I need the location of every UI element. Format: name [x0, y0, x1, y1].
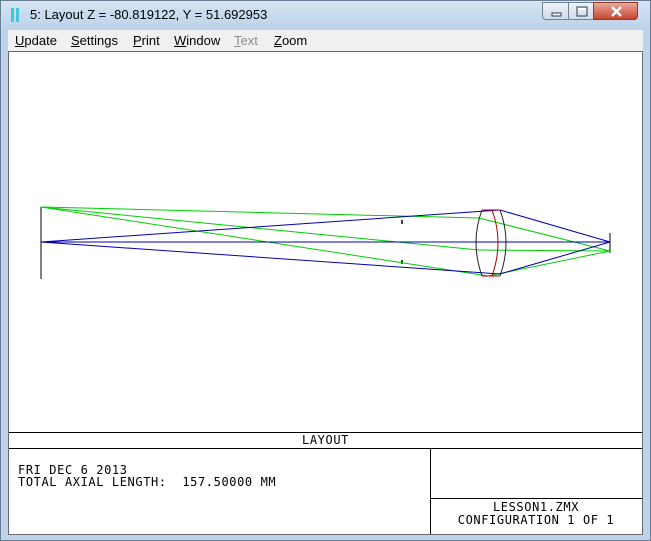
footer-axial-length: TOTAL AXIAL LENGTH: 157.50000 MM [18, 475, 277, 489]
menu-bar: Update Settings Print Window Text Zoom [8, 30, 643, 51]
menu-zoom[interactable]: Zoom [274, 33, 307, 48]
menu-settings[interactable]: Settings [71, 33, 118, 48]
footer-title-rule [9, 448, 642, 449]
menu-text: Text [234, 33, 258, 48]
lens-back-outline [499, 209, 507, 277]
maximize-button[interactable] [568, 2, 594, 20]
lens-front-surface [475, 209, 483, 277]
minimize-button[interactable] [542, 2, 569, 20]
lens-back-surface [491, 209, 499, 277]
menu-print[interactable]: Print [133, 33, 160, 48]
footer-file-name: LESSON1.ZMX [492, 500, 580, 514]
layout-canvas[interactable]: LAYOUT FRI DEC 6 2013 TOTAL AXIAL LENGTH… [8, 51, 643, 535]
maximize-icon [576, 6, 588, 17]
menu-window[interactable]: Window [174, 33, 220, 48]
ray-bundle-field1 [40, 209, 611, 275]
layout-plot [40, 206, 611, 279]
footer-right-rule [430, 498, 642, 499]
lens-element [475, 209, 507, 277]
footer-configuration: CONFIGURATION 1 OF 1 [457, 513, 615, 527]
layout-window: 5: Layout Z = -80.819122, Y = 51.692953 … [0, 0, 651, 541]
footer-section-title: LAYOUT [302, 433, 349, 447]
window-title: 5: Layout Z = -80.819122, Y = 51.692953 [30, 7, 268, 22]
close-button[interactable] [593, 2, 638, 20]
zemax-app-icon [11, 8, 19, 22]
menu-update[interactable]: Update [15, 33, 57, 48]
title-bar[interactable]: 5: Layout Z = -80.819122, Y = 51.692953 [1, 1, 650, 29]
close-icon [611, 6, 622, 17]
minimize-icon [551, 12, 562, 17]
